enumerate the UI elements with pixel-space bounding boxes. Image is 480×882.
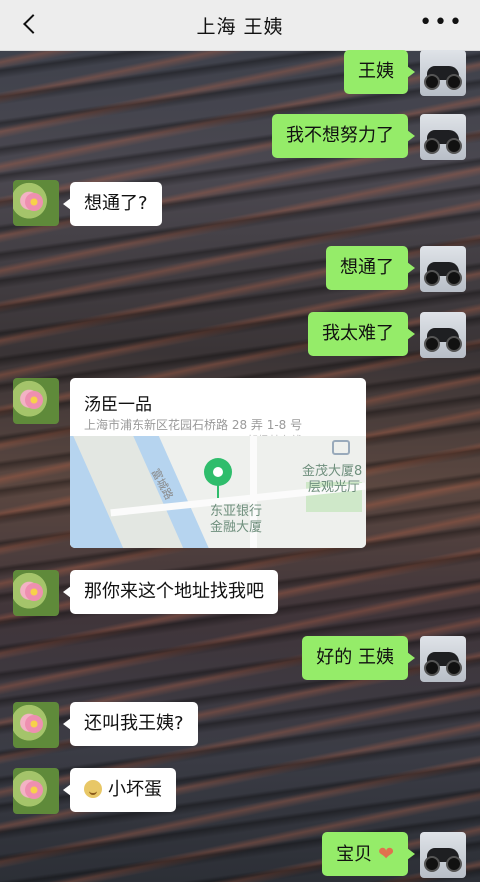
- map-label: 层观光厅: [308, 480, 361, 495]
- location-card[interactable]: 汤臣一品 上海市浦东新区花园石桥路 28 弄 1-8 号 @胡杨林在线 富城路 …: [70, 378, 366, 548]
- message-row: 想通了: [0, 246, 480, 294]
- message-bubble[interactable]: 好的 王姨: [302, 636, 415, 680]
- location-address: 上海市浦东新区花园石桥路 28 弄 1-8 号: [84, 418, 303, 432]
- my-avatar[interactable]: [420, 312, 466, 358]
- message-bubble[interactable]: 宝贝 ❤: [322, 832, 415, 876]
- flower-icon: [25, 781, 43, 799]
- contact-avatar[interactable]: [13, 768, 59, 814]
- flower-icon: [25, 193, 43, 211]
- motorcycle-icon: [424, 328, 462, 352]
- message-text: 宝贝: [336, 844, 373, 865]
- flower-icon: [25, 715, 43, 733]
- message-row: 想通了?: [0, 180, 480, 228]
- flower-icon: [25, 583, 43, 601]
- message-row: 宝贝 ❤: [0, 832, 480, 880]
- message-bubble[interactable]: 那你来这个地址找我吧: [63, 570, 278, 614]
- message-row: 好的 王姨: [0, 636, 480, 684]
- message-bubble[interactable]: 想通了: [326, 246, 415, 290]
- my-avatar[interactable]: [420, 832, 466, 878]
- flower-icon: [25, 391, 43, 409]
- message-bubble[interactable]: 小坏蛋: [63, 768, 176, 812]
- map-label: 金融大厦: [210, 520, 263, 535]
- motorcycle-icon: [424, 130, 462, 154]
- contact-avatar[interactable]: [13, 180, 59, 226]
- message-bubble[interactable]: 还叫我王姨?: [63, 702, 198, 746]
- contact-avatar[interactable]: [13, 570, 59, 616]
- chat-title: 上海 王姨: [196, 15, 284, 38]
- my-avatar[interactable]: [420, 636, 466, 682]
- message-bubble[interactable]: 想通了?: [63, 182, 162, 226]
- message-row: 我太难了: [0, 312, 480, 360]
- motorcycle-icon: [424, 66, 462, 90]
- message-row: 那你来这个地址找我吧: [0, 570, 480, 618]
- message-bubble[interactable]: 王姨: [344, 50, 415, 94]
- my-avatar[interactable]: [420, 246, 466, 292]
- map-preview[interactable]: 富城路 东亚银行 金融大厦 金茂大厦8 层观光厅: [70, 436, 366, 548]
- message-row: 我不想努力了: [0, 114, 480, 162]
- more-options-icon[interactable]: •••: [419, 12, 464, 34]
- motorcycle-icon: [424, 262, 462, 286]
- location-name: 汤臣一品: [84, 395, 152, 415]
- camera-icon: [332, 440, 350, 455]
- motorcycle-icon: [424, 652, 462, 676]
- motorcycle-icon: [424, 848, 462, 872]
- chat-header: 上海 王姨 •••: [0, 0, 480, 51]
- contact-avatar[interactable]: [13, 702, 59, 748]
- message-row: 还叫我王姨?: [0, 702, 480, 750]
- message-row: 小坏蛋: [0, 768, 480, 816]
- heart-icon: ❤: [378, 843, 394, 865]
- contact-avatar[interactable]: [13, 378, 59, 424]
- message-row: 王姨: [0, 50, 480, 98]
- my-avatar[interactable]: [420, 50, 466, 96]
- message-bubble[interactable]: 我太难了: [308, 312, 415, 356]
- message-bubble[interactable]: 我不想努力了: [272, 114, 415, 158]
- location-pin-icon: [204, 458, 232, 498]
- smirk-face-icon: [84, 780, 102, 798]
- my-avatar[interactable]: [420, 114, 466, 160]
- back-arrow-icon[interactable]: [18, 11, 44, 39]
- message-text: 小坏蛋: [108, 779, 162, 800]
